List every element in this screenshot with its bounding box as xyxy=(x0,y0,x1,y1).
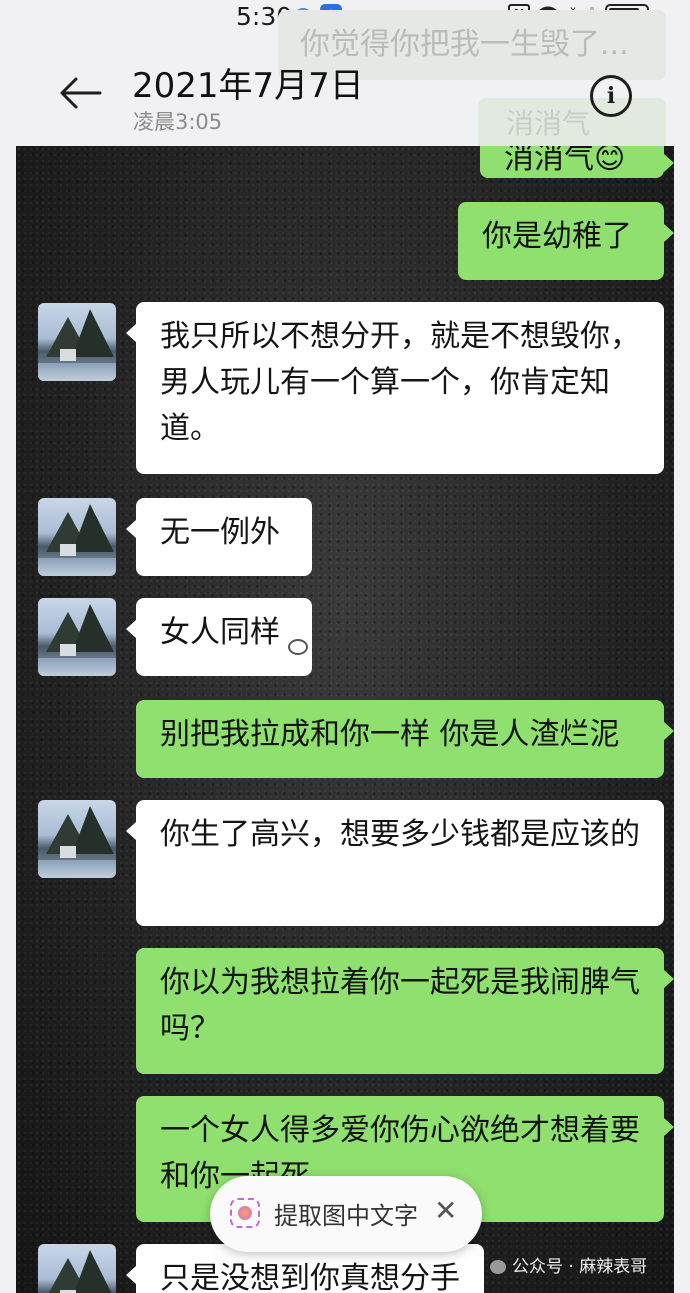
wechat-icon xyxy=(490,1260,506,1274)
extract-text-button[interactable]: 提取图中文字 ✕ xyxy=(210,1176,482,1252)
info-icon[interactable]: i xyxy=(590,75,632,117)
footer-watermark-text: 公众号 · 麻辣表哥 xyxy=(512,1257,648,1277)
close-icon[interactable]: ✕ xyxy=(434,1194,457,1227)
contact-avatar[interactable] xyxy=(38,1244,116,1293)
chat-header: 2021年7月7日 凌晨3:05 i xyxy=(0,36,690,146)
back-arrow-icon[interactable] xyxy=(58,76,102,110)
footer-watermark: 公众号 · 麻辣表哥 xyxy=(490,1252,647,1277)
chat-screenshot-panel: 消消气😊 你是幼稚了 我只所以不想分开，就是不想毁你，男人玩儿有一个算一个，你肯… xyxy=(16,146,674,1293)
weibo-watermark: @麻辣表哥 xyxy=(288,632,397,657)
message-bubble-outgoing: 你是幼稚了 xyxy=(458,202,674,280)
contact-avatar[interactable] xyxy=(38,800,116,878)
message-bubble-outgoing: 消消气😊 xyxy=(480,146,674,178)
contact-avatar[interactable] xyxy=(38,598,116,676)
chat-date-title: 2021年7月7日 xyxy=(132,66,364,106)
chat-time-subtitle: 凌晨3:05 xyxy=(133,110,223,134)
message-bubble-incoming: 无一例外 xyxy=(126,498,312,576)
weibo-watermark-text: @麻辣表哥 xyxy=(312,637,397,657)
extract-text-label: 提取图中文字 xyxy=(274,1202,418,1230)
message-bubble-incoming: 你生了高兴，想要多少钱都是应该的 xyxy=(126,800,664,926)
contact-avatar[interactable] xyxy=(38,498,116,576)
message-bubble-outgoing: 你以为我想拉着你一起死是我闹脾气吗？ xyxy=(136,948,674,1074)
scan-text-icon xyxy=(230,1198,260,1228)
message-bubble-incoming: 女人同样 xyxy=(126,598,312,676)
contact-avatar[interactable] xyxy=(38,303,116,381)
message-bubble-incoming: 我只所以不想分开，就是不想毁你，男人玩儿有一个算一个，你肯定知道。 xyxy=(126,302,664,474)
message-bubble-outgoing: 别把我拉成和你一样 你是人渣烂泥 xyxy=(136,700,674,778)
weibo-icon xyxy=(288,639,308,655)
